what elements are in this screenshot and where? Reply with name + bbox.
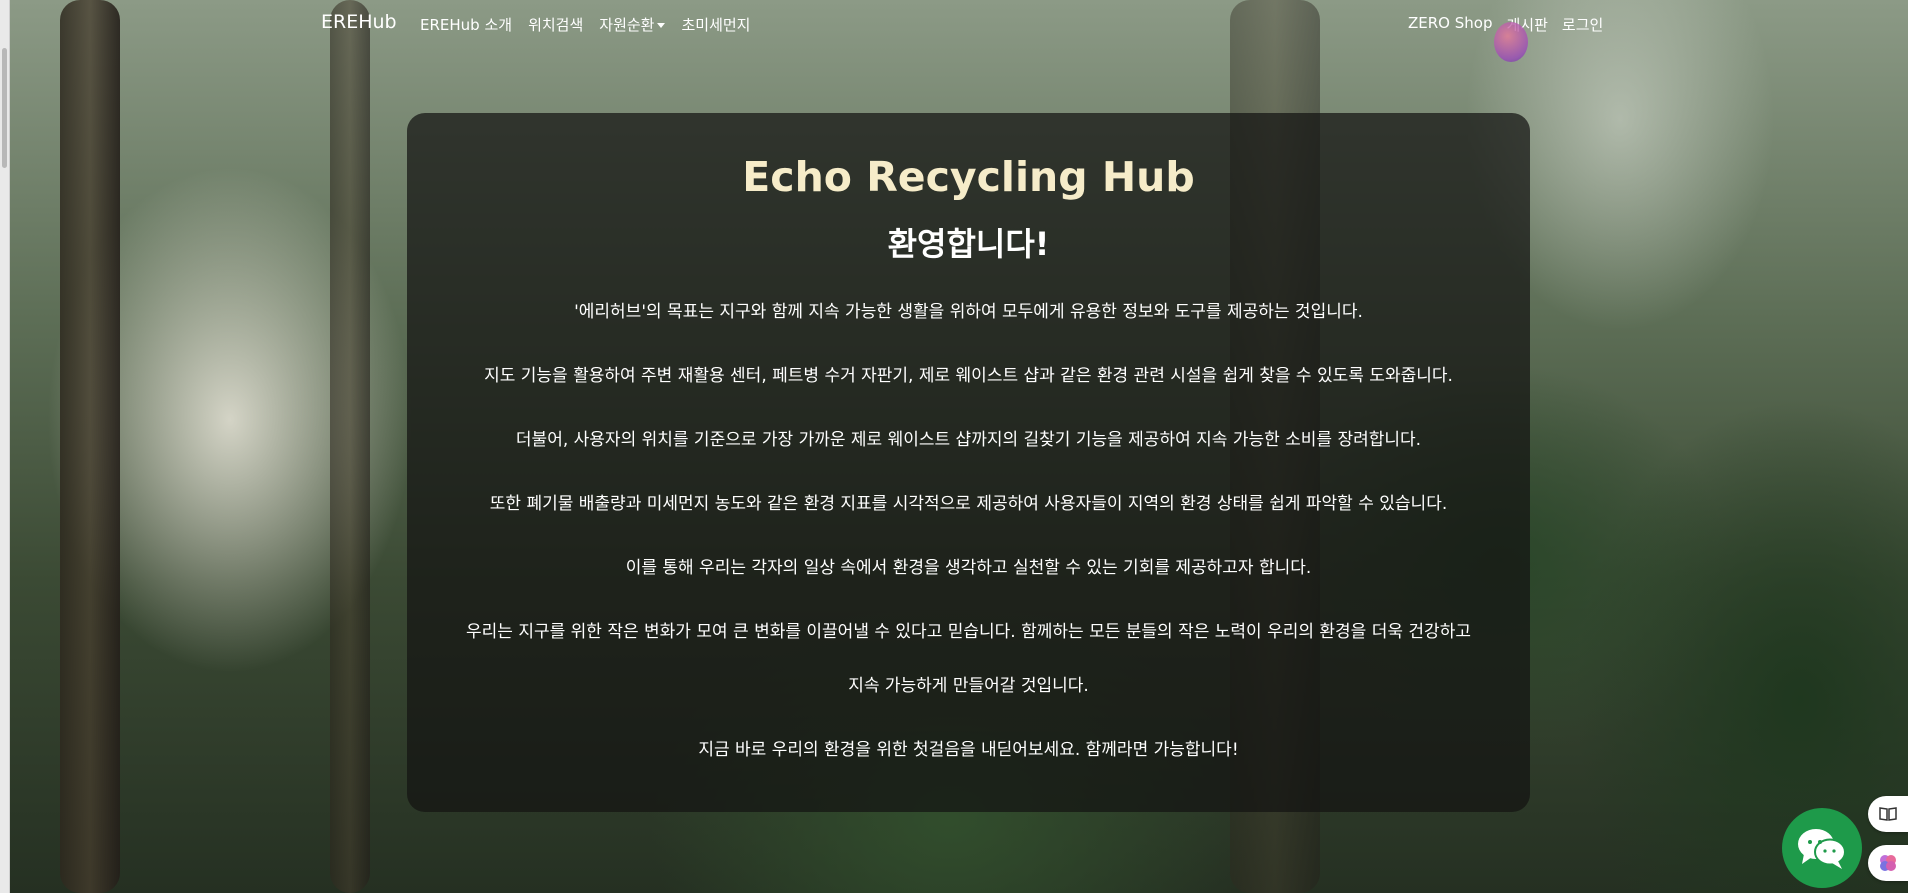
reader-button[interactable] <box>1868 796 1908 832</box>
welcome-card: Echo Recycling Hub 환영합니다! '에리허브'의 목표는 지구… <box>407 113 1530 812</box>
intro-paragraph: 또한 폐기물 배출량과 미세먼지 농도와 같은 환경 지표를 시각적으로 제공하… <box>489 494 1448 514</box>
nav-link-login[interactable]: 로그인 <box>1562 14 1603 35</box>
window-scrollbar[interactable] <box>0 0 10 893</box>
chat-button[interactable] <box>1782 808 1862 888</box>
scrollbar-thumb[interactable] <box>2 48 7 168</box>
book-icon <box>1879 807 1897 821</box>
nav-link-zero-shop[interactable]: ZERO Shop <box>1408 14 1492 35</box>
ai-assistant-button[interactable] <box>1868 845 1908 881</box>
brain-icon <box>1880 855 1896 871</box>
nav-link-fine-dust[interactable]: 초미세먼지 <box>681 14 750 35</box>
intro-paragraph: 지도 기능을 활용하여 주변 재활용 센터, 페트병 수거 자판기, 제로 웨이… <box>484 366 1453 386</box>
tree-trunk <box>330 0 370 893</box>
caret-down-icon <box>657 23 666 28</box>
intro-paragraph: 이를 통해 우리는 각자의 일상 속에서 환경을 생각하고 실천할 수 있는 기… <box>625 558 1312 578</box>
navbar: EREHub EREHub 소개 위치검색 자원순환 초미세먼지 ZERO Sh… <box>0 0 1908 62</box>
intro-paragraph: 지금 바로 우리의 환경을 위한 첫걸음을 내딛어보세요. 함께라면 가능합니다… <box>698 740 1239 760</box>
nav-link-about[interactable]: EREHub 소개 <box>420 14 512 35</box>
chat-bubbles-icon <box>1798 829 1846 869</box>
nav-dropdown-recycling[interactable]: 자원순환 <box>599 14 666 35</box>
nav-dropdown-recycling-label: 자원순환 <box>599 16 655 34</box>
floating-assistant-icon[interactable] <box>1494 22 1528 62</box>
page-title: Echo Recycling Hub <box>742 153 1195 201</box>
intro-paragraph: 우리는 지구를 위한 작은 변화가 모여 큰 변화를 이끌어낼 수 있다고 믿습… <box>466 622 1471 642</box>
intro-paragraph: '에리허브'의 목표는 지구와 함께 지속 가능한 생활을 위하여 모두에게 유… <box>574 302 1363 322</box>
nav-left-group: EREHub 소개 위치검색 자원순환 초미세먼지 <box>420 14 750 35</box>
brand-logo-link[interactable]: EREHub <box>321 11 397 33</box>
tree-trunk <box>60 0 120 893</box>
intro-paragraph: 더불어, 사용자의 위치를 기준으로 가장 가까운 제로 웨이스트 샵까지의 길… <box>515 430 1422 450</box>
intro-paragraph: 지속 가능하게 만들어갈 것입니다. <box>848 676 1089 696</box>
welcome-heading: 환영합니다! <box>887 225 1050 263</box>
nav-link-location-search[interactable]: 위치검색 <box>528 14 583 35</box>
